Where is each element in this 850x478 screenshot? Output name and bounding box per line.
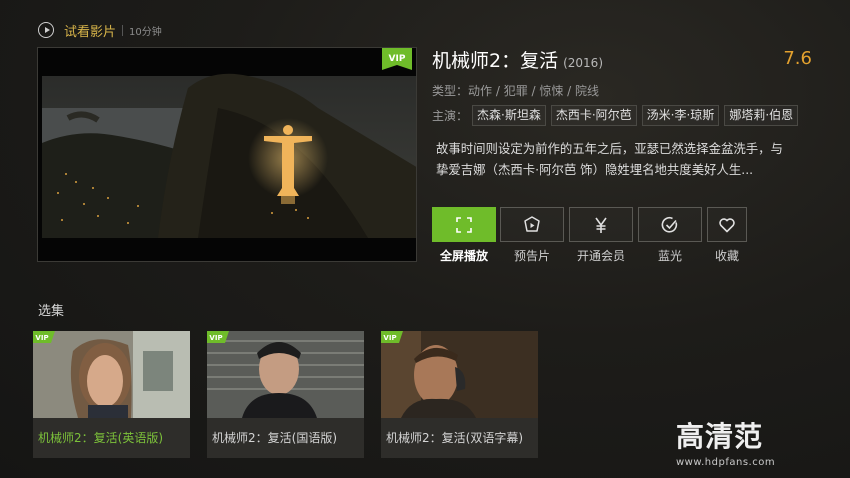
movie-score: 7.6 — [783, 48, 812, 69]
action-label: 蓝光 — [657, 249, 682, 263]
action-label: 收藏 — [714, 249, 739, 263]
vip-badge-icon: VIP — [33, 331, 55, 343]
vip-badge-label: VIP — [35, 334, 48, 342]
episode-label: 机械师2：复活(英语版) — [38, 431, 163, 445]
divider — [122, 24, 124, 36]
cast-chip[interactable]: 杰西卡·阿尔芭 — [550, 104, 637, 126]
bluray-button[interactable]: 蓝光 — [638, 207, 702, 264]
movie-info: 机械师2：复活 (2016) 7.6 类型： 动作 / 犯罪 / 惊悚 / 院线… — [432, 46, 812, 180]
yuan-icon — [595, 217, 607, 233]
trial-label: 试看影片 — [64, 24, 117, 40]
play-circle-icon — [38, 22, 54, 38]
action-label: 全屏播放 — [439, 249, 488, 263]
episode-card[interactable]: VIP 机械师2：复活(国语版) — [207, 331, 364, 458]
episode-thumbnail — [381, 331, 538, 418]
movie-synopsis: 故事时间则设定为前作的五年之后，亚瑟已然选择金盆洗手，与挚爱吉娜（杰西卡·阿尔芭… — [436, 141, 783, 177]
movie-year: (2016) — [563, 56, 603, 70]
action-label: 开通会员 — [576, 249, 625, 263]
heart-icon — [719, 217, 735, 232]
episodes-title: 选集 — [38, 304, 65, 319]
episode-list: VIP 机械师2：复活(英语版) VIP 机械师2：复活(国语版) VIP 机械… — [33, 331, 555, 458]
cast-chip[interactable]: 杰森·斯坦森 — [472, 104, 546, 126]
vip-badge-icon: VIP — [207, 331, 229, 343]
trial-duration: 10分钟 — [129, 26, 162, 38]
genre-row: 类型： 动作 / 犯罪 / 惊悚 / 院线 — [432, 82, 812, 98]
bluray-check-icon — [661, 216, 678, 233]
vip-membership-button[interactable]: 开通会员 — [569, 207, 633, 264]
genre-label: 类型： — [432, 84, 469, 98]
episode-card[interactable]: VIP 机械师2：复活(英语版) — [33, 331, 190, 458]
watermark-brand: 高清范 — [676, 420, 764, 453]
episode-card[interactable]: VIP 机械师2：复活(双语字幕) — [381, 331, 538, 458]
episode-label: 机械师2：复活(双语字幕) — [386, 431, 523, 445]
vip-badge-label: VIP — [209, 334, 222, 342]
episode-thumbnail — [33, 331, 190, 418]
vip-badge-icon: VIP — [382, 48, 412, 70]
cast-chip[interactable]: 汤米·李·琼斯 — [641, 104, 720, 126]
favorite-button[interactable]: 收藏 — [707, 207, 747, 264]
video-player[interactable]: VIP — [37, 47, 417, 262]
trailer-button[interactable]: 预告片 — [500, 207, 564, 264]
fullscreen-play-button[interactable]: 全屏播放 — [432, 207, 496, 264]
episode-label: 机械师2：复活(国语版) — [212, 431, 337, 445]
vip-badge-icon: VIP — [381, 331, 403, 343]
trailer-icon — [524, 215, 540, 232]
watermark-url: www.hdpfans.com — [676, 457, 776, 468]
cast-row: 主演： 杰森·斯坦森 杰西卡·阿尔芭 汤米·李·琼斯 娜塔莉·伯恩 — [432, 104, 812, 126]
action-label: 预告片 — [513, 249, 550, 263]
fullscreen-icon — [456, 216, 472, 233]
video-frame — [38, 48, 416, 261]
episode-thumbnail — [207, 331, 364, 418]
movie-title: 机械师2：复活 — [432, 50, 559, 72]
watermark-logo: 高清范 www.hdpfans.com — [676, 415, 775, 468]
action-bar: 全屏播放 预告片 开通会员 蓝光 收藏 — [432, 207, 751, 264]
cast-chip[interactable]: 娜塔莉·伯恩 — [724, 104, 799, 126]
cast-label: 主演： — [432, 108, 469, 123]
vip-badge-label: VIP — [383, 334, 396, 342]
trial-header: 试看影片 10分钟 — [38, 21, 162, 40]
vip-badge-label: VIP — [389, 54, 406, 64]
genre-list: 动作 / 犯罪 / 惊悚 / 院线 — [468, 84, 600, 98]
